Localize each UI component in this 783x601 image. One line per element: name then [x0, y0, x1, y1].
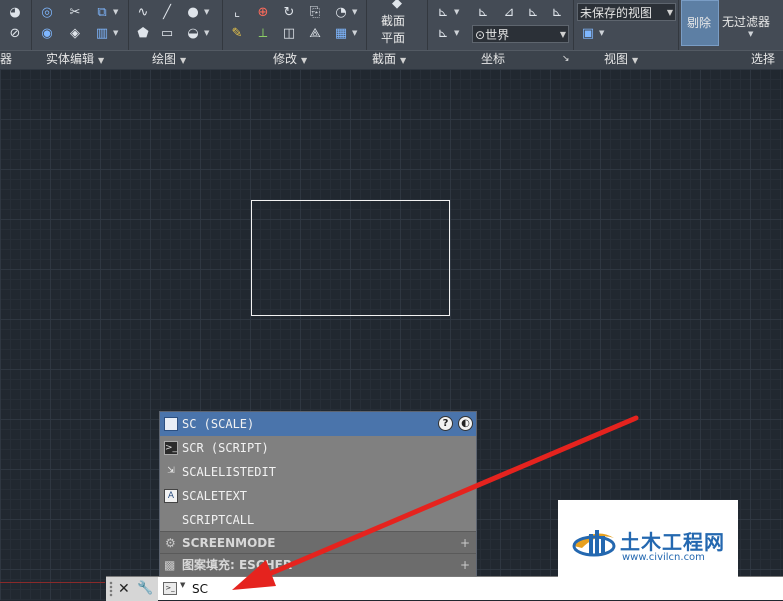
- array-icon[interactable]: ▦: [332, 25, 350, 43]
- panel-title-solid-edit[interactable]: 实体编辑 ▼: [46, 51, 104, 67]
- scale-text-icon: A: [164, 489, 178, 503]
- dropdown-arrow-icon[interactable]: ▼: [599, 29, 604, 37]
- panel-title-modify[interactable]: 修改 ▼: [273, 51, 307, 67]
- copy-icon[interactable]: ⎘: [306, 4, 324, 22]
- script-icon: >_: [164, 441, 178, 455]
- dropdown-arrow-icon: ▼: [400, 56, 407, 65]
- globe-icon: ⊙: [475, 28, 486, 42]
- internet-search-icon[interactable]: ◐: [458, 416, 473, 431]
- command-line-controls: ✕ 🔧: [106, 577, 158, 601]
- ribbon: ◕ ⊘ ◎ ✂ ⧉ ▼ ◉ ◈ ▥ ▼ ∿ ╱ ● ▼ ⬟ ▭ ◒ ▼ ⌞ ⊕ …: [0, 0, 783, 69]
- scale-icon[interactable]: ◫: [280, 25, 298, 43]
- cull-button[interactable]: 剔除: [681, 0, 719, 46]
- ucs-combo[interactable]: ⊙世界 ▼: [472, 25, 569, 43]
- view-combo[interactable]: 未保存的视图 ▼: [577, 3, 676, 21]
- gear-icon: ⚙: [165, 536, 176, 550]
- civilcn-logo-icon: [572, 530, 616, 557]
- ucs-z-axis-icon[interactable]: ⊿: [500, 4, 518, 22]
- cull-label: 剔除: [687, 16, 712, 30]
- dropdown-arrow-icon[interactable]: ▼: [204, 8, 209, 16]
- expand-icon[interactable]: +: [460, 532, 470, 554]
- rectangle-entity[interactable]: [251, 200, 450, 316]
- dropdown-arrow-icon[interactable]: ▼: [352, 8, 357, 16]
- interfere-icon[interactable]: ⊘: [6, 25, 24, 43]
- hatch-pattern-icon: ▩: [164, 558, 176, 572]
- filter-label[interactable]: 无过滤器: [722, 13, 770, 30]
- spline-icon[interactable]: ∿: [134, 4, 152, 22]
- line-icon[interactable]: ╱: [158, 4, 176, 22]
- x-axis-line: [0, 582, 105, 583]
- autocomplete-item[interactable]: SC (SCALE) ? ◐: [160, 412, 476, 436]
- rotate-icon[interactable]: ↻: [280, 4, 298, 22]
- dropdown-arrow-icon[interactable]: ▼: [113, 29, 118, 37]
- chevron-down-icon[interactable]: ▼: [180, 581, 185, 589]
- rectangle-icon[interactable]: ▭: [158, 25, 176, 43]
- dropdown-arrow-icon: ▼: [98, 56, 105, 65]
- thicken-icon[interactable]: ◈: [66, 25, 84, 43]
- autocomplete-item[interactable]: SCRIPTCALL: [160, 508, 476, 532]
- union-icon[interactable]: ◕: [6, 4, 24, 22]
- 3d-mirror-icon[interactable]: ⟁: [306, 25, 324, 43]
- slice-icon[interactable]: ✂: [66, 4, 84, 22]
- ucs-3point-icon[interactable]: ⊾: [524, 4, 542, 22]
- autocomplete-item[interactable]: >_ SCR (SCRIPT): [160, 436, 476, 460]
- autocomplete-group-system-variable[interactable]: ⚙ SCREENMODE +: [160, 531, 476, 554]
- view-eye-icon[interactable]: ◒: [184, 25, 202, 43]
- section-plane-label-2[interactable]: 平面: [381, 29, 405, 46]
- chevron-down-icon: ▼: [559, 30, 566, 39]
- intersect-icon[interactable]: ◎: [38, 4, 56, 22]
- 3d-move-icon[interactable]: ⊕: [254, 4, 272, 22]
- watermark-url: www.civilcn.com: [622, 552, 705, 563]
- dropdown-arrow-icon[interactable]: ▼: [204, 29, 209, 37]
- dropdown-arrow-icon: ▼: [632, 56, 639, 65]
- expand-icon[interactable]: +: [460, 554, 470, 576]
- extract-edges-icon[interactable]: ⧉: [93, 4, 111, 22]
- dropdown-arrow-icon[interactable]: ▼: [352, 29, 357, 37]
- panel-title-partial: 器: [0, 52, 13, 66]
- fillet-icon[interactable]: ⌞: [228, 4, 246, 22]
- ucs-icon[interactable]: ⊾: [434, 4, 452, 22]
- command-input[interactable]: [192, 579, 592, 599]
- dropdown-arrow-icon[interactable]: ▼: [454, 8, 459, 16]
- viewport-icon[interactable]: ▣: [579, 25, 597, 43]
- 3d-align-icon[interactable]: ⟂: [254, 25, 272, 43]
- scale-list-icon: ⇲: [167, 466, 175, 476]
- dropdown-arrow-icon: ▼: [301, 56, 308, 65]
- panel-title-section[interactable]: 截面 ▼: [372, 51, 406, 67]
- chevron-down-icon: ▼: [666, 8, 673, 17]
- drag-handle-icon[interactable]: [109, 581, 113, 597]
- ucs-origin-icon[interactable]: ⊾: [474, 4, 492, 22]
- close-icon[interactable]: ✕: [118, 579, 130, 599]
- autocomplete-item[interactable]: ⇲ SCALELISTEDIT: [160, 460, 476, 484]
- ucs-combo-value: 世界: [485, 28, 510, 42]
- dropdown-arrow-icon[interactable]: ▼: [454, 29, 459, 37]
- separate-icon[interactable]: ▥: [93, 25, 111, 43]
- command-icon: [164, 417, 178, 431]
- circle-icon[interactable]: ●: [184, 4, 202, 22]
- panel-title-view[interactable]: 视图 ▼: [604, 51, 638, 67]
- panel-launcher-icon[interactable]: ↘: [562, 51, 570, 67]
- command-autocomplete-list: SC (SCALE) ? ◐ >_ SCR (SCRIPT) ⇲ SCALELI…: [159, 411, 477, 576]
- dropdown-arrow-icon[interactable]: ▼: [113, 8, 118, 16]
- help-icon[interactable]: ?: [438, 416, 453, 431]
- subtract-icon[interactable]: ◉: [38, 25, 56, 43]
- view-combo-value: 未保存的视图: [580, 6, 653, 20]
- ucs-named-icon[interactable]: ⊾: [434, 25, 452, 43]
- panel-title-selection[interactable]: 选择: [751, 51, 775, 67]
- erase-icon[interactable]: ✎: [228, 25, 246, 43]
- offset-icon[interactable]: ◔: [332, 4, 350, 22]
- ucs-view-icon[interactable]: ⊾: [548, 4, 566, 22]
- autocomplete-group-hatch[interactable]: ▩ 图案填充: ESCHER +: [160, 553, 476, 576]
- watermark: 土木工程网 www.civilcn.com: [558, 500, 738, 582]
- command-prompt-icon[interactable]: >_: [163, 582, 177, 595]
- panel-title-coordinates[interactable]: 坐标: [481, 51, 505, 67]
- watermark-title: 土木工程网: [620, 530, 725, 554]
- wrench-icon[interactable]: 🔧: [137, 579, 153, 599]
- dropdown-arrow-icon: ▼: [180, 56, 187, 65]
- section-plane-label-1[interactable]: 截面: [381, 12, 405, 29]
- autocomplete-item[interactable]: A SCALETEXT: [160, 484, 476, 508]
- dropdown-arrow-icon[interactable]: ▼: [748, 30, 753, 38]
- panel-title-draw[interactable]: 绘图 ▼: [152, 51, 186, 67]
- polygon-icon[interactable]: ⬟: [134, 25, 152, 43]
